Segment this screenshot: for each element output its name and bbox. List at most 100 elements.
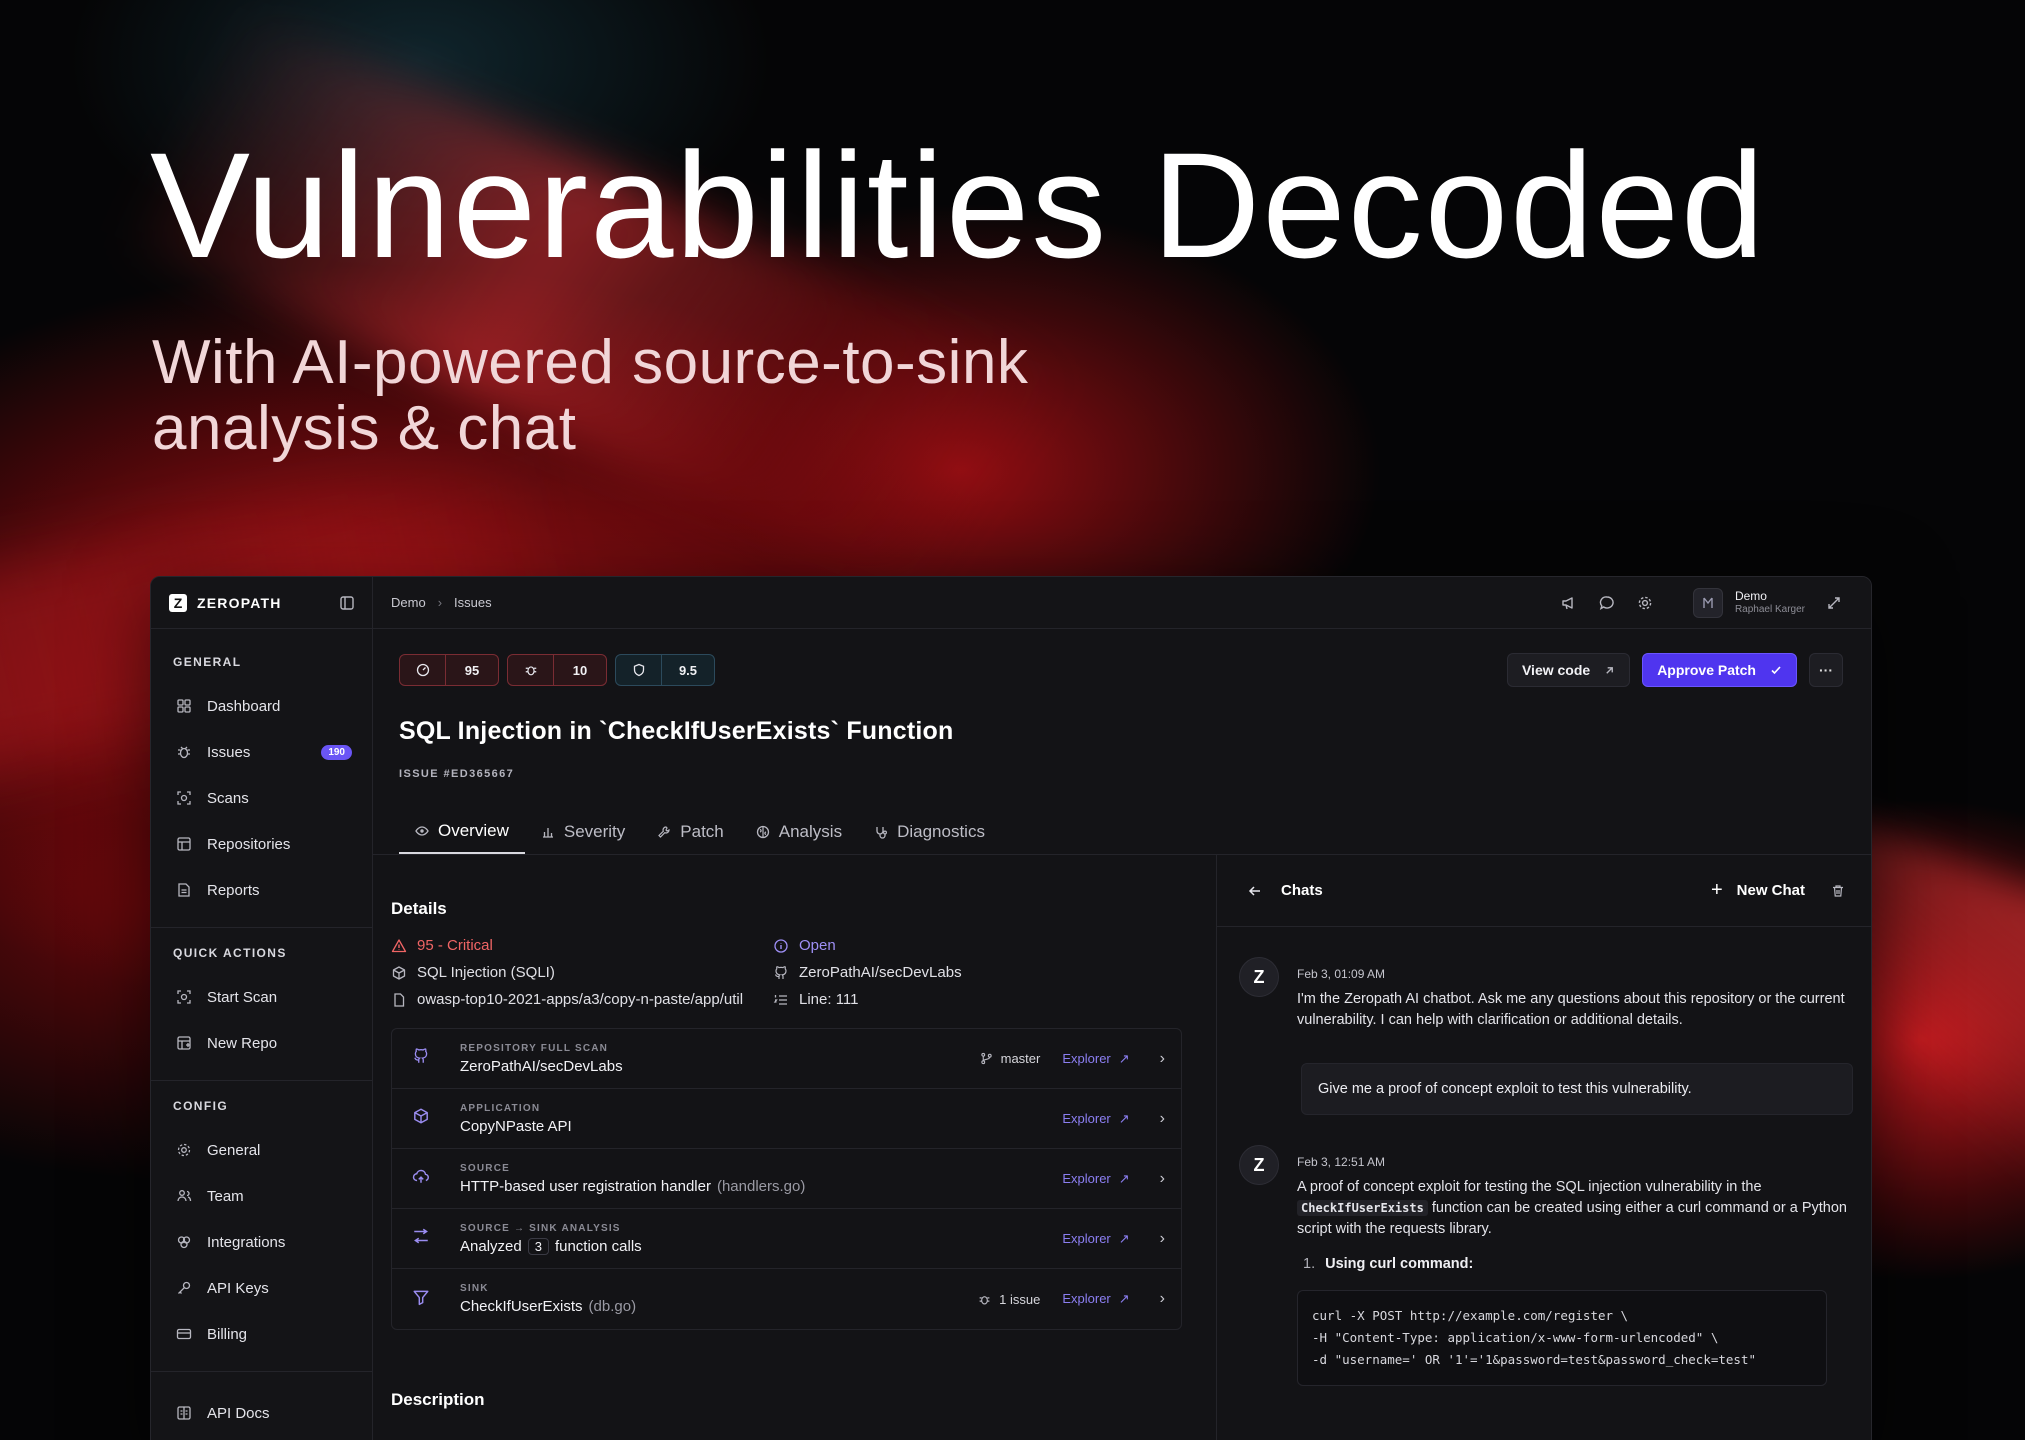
arrow-left-icon[interactable] xyxy=(1247,883,1263,899)
list-item[interactable]: APPLICATION CopyNPaste API Explorer ↗ › xyxy=(392,1089,1181,1149)
file-path-text[interactable]: owasp-top10-2021-apps/a3/copy-n-paste/ap… xyxy=(417,991,743,1008)
list-item[interactable]: SINK CheckIfUserExists (db.go) 1 issue Ex… xyxy=(392,1269,1181,1329)
score-pill-bugs[interactable]: 10 xyxy=(507,654,607,686)
explorer-label: Explorer xyxy=(1062,1291,1111,1306)
tab-diagnostics[interactable]: Diagnostics xyxy=(858,810,1001,854)
zeropath-logo: Z xyxy=(169,593,187,612)
score-pill-shield[interactable]: 9.5 xyxy=(615,654,715,686)
tab-label: Overview xyxy=(438,821,509,840)
explorer-link[interactable]: Explorer ↗ xyxy=(1062,1111,1129,1127)
gauge-icon xyxy=(400,655,446,685)
shield-icon xyxy=(616,655,662,685)
explorer-link[interactable]: Explorer ↗ xyxy=(1062,1171,1129,1187)
user-menu[interactable]: Demo Raphael Karger xyxy=(1692,587,1805,618)
sidebar-item-billing[interactable]: Billing xyxy=(171,1311,352,1357)
integrations-icon xyxy=(175,1233,193,1251)
score-pill-severity[interactable]: 95 xyxy=(399,654,499,686)
scan-icon xyxy=(175,789,193,807)
row-label: SOURCE xyxy=(460,1162,510,1174)
divider xyxy=(151,1371,372,1372)
new-chat-button[interactable]: + New Chat xyxy=(1711,879,1805,902)
sidebar-toggle-icon[interactable] xyxy=(340,595,354,610)
explorer-link[interactable]: Explorer ↗ xyxy=(1062,1291,1129,1307)
sidebar-item-general[interactable]: General xyxy=(171,1127,352,1173)
bar-chart-icon xyxy=(541,825,555,839)
sidebar-item-integrations[interactable]: Integrations xyxy=(171,1219,352,1265)
sidebar-section-title: CONFIG xyxy=(173,1099,229,1113)
cube-icon xyxy=(412,1107,434,1130)
sidebar-item-scans[interactable]: Scans xyxy=(171,775,352,821)
flow-arrows-icon xyxy=(412,1227,434,1250)
line-detail: Line: 111 xyxy=(773,991,1182,1008)
chevron-right-icon[interactable]: › xyxy=(1160,1170,1165,1188)
status-text: Open xyxy=(799,937,836,954)
view-code-button[interactable]: View code xyxy=(1506,653,1631,687)
megaphone-icon[interactable] xyxy=(1561,595,1577,611)
approve-patch-button[interactable]: Approve Patch xyxy=(1642,653,1797,687)
trash-icon[interactable] xyxy=(1831,884,1845,898)
sidebar-item-team[interactable]: Team xyxy=(171,1173,352,1219)
chevron-right-icon[interactable]: › xyxy=(1160,1290,1165,1308)
gear-icon xyxy=(175,1141,193,1159)
breadcrumb-demo[interactable]: Demo xyxy=(391,595,426,610)
breadcrumb-issues[interactable]: Issues xyxy=(454,595,492,610)
cube-icon xyxy=(391,965,407,981)
chevron-right-icon[interactable]: › xyxy=(1160,1050,1165,1068)
file-path-detail: owasp-top10-2021-apps/a3/copy-n-paste/ap… xyxy=(391,991,773,1008)
eye-icon xyxy=(415,824,429,838)
main-content: 95 10 9.5 View code Approve Patch ··· SQ… xyxy=(373,629,1871,1440)
tab-overview[interactable]: Overview xyxy=(399,810,525,854)
list-item[interactable]: REPOSITORY FULL SCAN ZeroPathAI/secDevLa… xyxy=(392,1029,1181,1089)
score-group: 95 10 9.5 xyxy=(399,654,715,686)
description-title: Description xyxy=(391,1390,485,1409)
chevron-right-icon[interactable]: › xyxy=(1160,1230,1165,1248)
repo-text[interactable]: ZeroPathAI/secDevLabs xyxy=(799,964,962,981)
sidebar-item-api-docs[interactable]: API Docs xyxy=(171,1390,352,1436)
sidebar-section-title: GENERAL xyxy=(173,655,242,669)
scan-icon xyxy=(175,988,193,1006)
step-heading: 1. Using curl command: xyxy=(1297,1256,1849,1272)
tab-label: Severity xyxy=(563,822,626,841)
wrench-icon xyxy=(657,825,671,839)
score-value: 10 xyxy=(572,662,588,678)
more-options-button[interactable]: ··· xyxy=(1809,653,1843,687)
tab-severity[interactable]: Severity xyxy=(525,810,641,854)
chevron-right-icon[interactable]: › xyxy=(1160,1110,1165,1128)
switch-arrows-icon[interactable] xyxy=(1827,596,1841,610)
sidebar-item-api-keys[interactable]: API Keys xyxy=(171,1265,352,1311)
severity-text: 95 - Critical xyxy=(417,937,493,954)
explorer-link[interactable]: Explorer ↗ xyxy=(1062,1231,1129,1247)
chats-title: Chats xyxy=(1281,882,1323,899)
row-value: ZeroPathAI/secDevLabs xyxy=(460,1057,623,1075)
sidebar-item-reports[interactable]: Reports xyxy=(171,867,352,913)
chat-header: Chats + New Chat xyxy=(1217,855,1871,927)
list-item[interactable]: SOURCE HTTP-based user registration hand… xyxy=(392,1149,1181,1209)
score-value: 9.5 xyxy=(678,662,698,678)
info-circle-icon xyxy=(773,938,789,954)
tab-analysis[interactable]: Analysis xyxy=(740,810,858,854)
sidebar-item-repositories[interactable]: Repositories xyxy=(171,821,352,867)
tab-patch[interactable]: Patch xyxy=(641,810,739,854)
report-icon xyxy=(175,881,193,899)
top-bar: Z ZEROPATH Demo › Issues Demo Raphael Ka… xyxy=(151,577,1871,629)
overview-pane: Details 95 - Critical Open SQL Injection… xyxy=(373,855,1217,1440)
check-icon xyxy=(1770,664,1782,676)
list-item[interactable]: SOURCE → SINK ANALYSIS Analyzed 3 function… xyxy=(392,1209,1181,1269)
team-icon xyxy=(175,1187,193,1205)
inline-code: CheckIfUserExists xyxy=(1297,1200,1428,1216)
row-value: HTTP-based user registration handler (han… xyxy=(460,1178,1062,1195)
sidebar-item-dashboard[interactable]: Dashboard xyxy=(171,683,352,729)
book-icon xyxy=(175,1404,193,1422)
code-block[interactable]: curl -X POST http://example.com/register… xyxy=(1297,1290,1827,1386)
sidebar-item-start-scan[interactable]: Start Scan xyxy=(171,974,352,1020)
plus-icon: + xyxy=(1710,879,1723,901)
table-icon xyxy=(175,835,193,853)
message-time: Feb 3, 01:09 AM xyxy=(1297,967,1386,981)
chevron-right-icon: › xyxy=(437,595,443,610)
sidebar-item-new-repo[interactable]: New Repo xyxy=(171,1020,352,1066)
explorer-link[interactable]: Explorer ↗ xyxy=(1062,1051,1129,1067)
chat-bubble-icon[interactable] xyxy=(1599,595,1615,611)
sink-name: CheckIfUserExists xyxy=(460,1298,583,1315)
gear-icon[interactable] xyxy=(1637,595,1653,611)
sidebar-item-issues[interactable]: Issues 190 xyxy=(171,729,352,775)
